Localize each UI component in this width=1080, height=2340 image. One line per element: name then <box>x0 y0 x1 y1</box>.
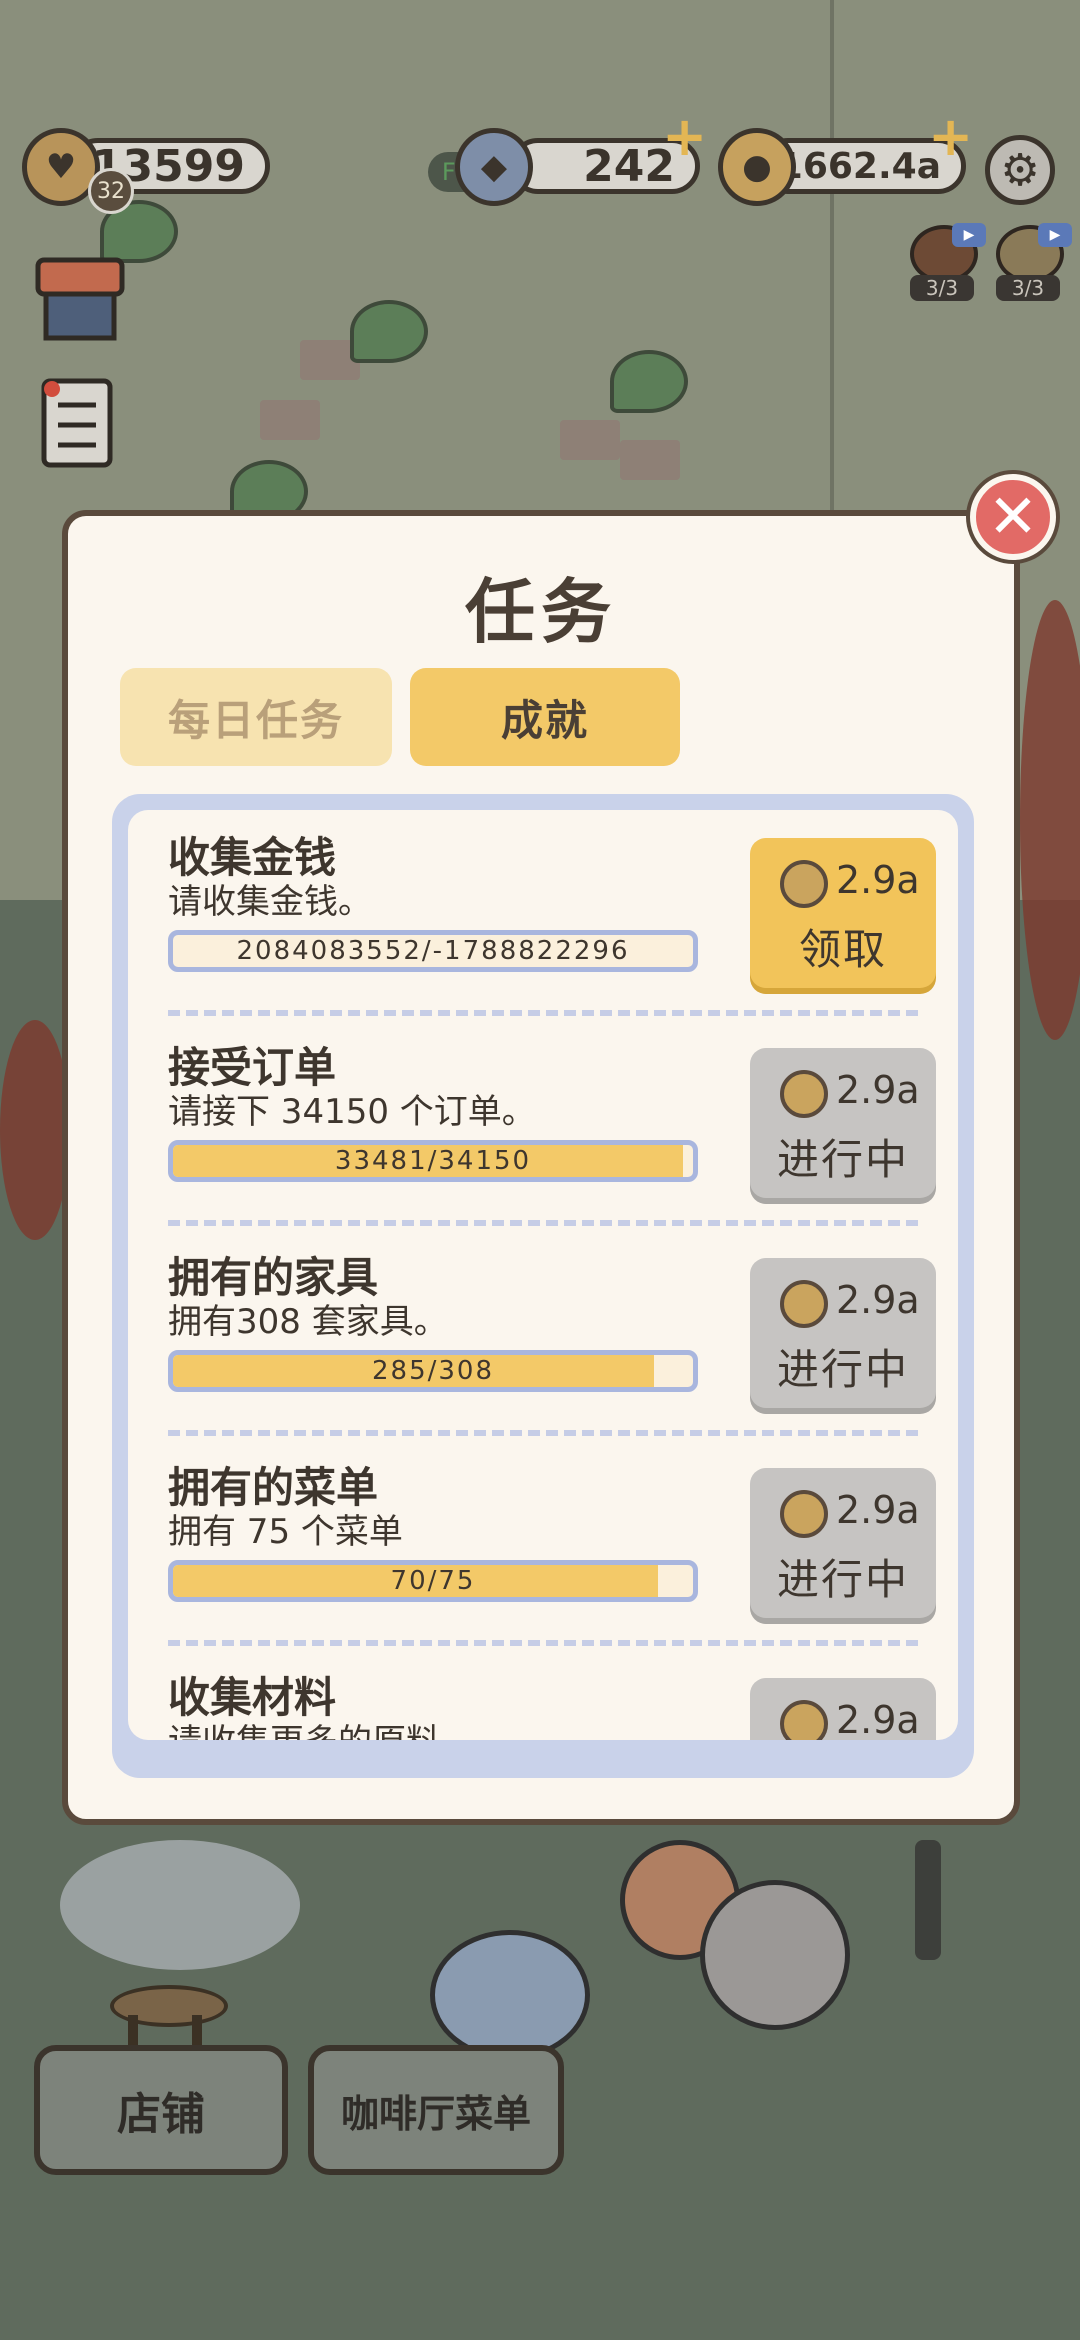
close-icon: ✕ <box>987 482 1039 552</box>
brick-decor <box>260 400 320 440</box>
add-gems-button[interactable]: + <box>662 110 707 164</box>
add-coins-button[interactable]: + <box>928 110 973 164</box>
reward-status: 领取 <box>798 925 887 974</box>
progress-text: 33481/34150 <box>334 1146 532 1176</box>
coin-icon <box>780 1490 828 1538</box>
task-desc: 请接下 34150 个订单。 <box>168 1092 536 1132</box>
progress-text: 285/308 <box>371 1356 494 1386</box>
row-divider <box>168 1430 918 1436</box>
task-progress-bar: 33481/34150 <box>168 1140 698 1182</box>
task-progress-bar: 70/75 <box>168 1560 698 1602</box>
task-row-own-furniture: 拥有的家具 拥有308 套家具。 285/308 2.9a 进行中 <box>128 1230 958 1440</box>
brick-decor <box>620 440 680 480</box>
row-divider <box>168 1220 918 1226</box>
task-row-accept-orders: 接受订单 请接下 34150 个订单。 33481/34150 2.9a 进行中 <box>128 1020 958 1230</box>
video-ad-icon: ▶ <box>952 223 986 247</box>
poinsettia-decor <box>0 1020 70 1240</box>
checklist-icon <box>41 378 113 468</box>
elephant-customer <box>430 1930 590 2060</box>
shop-button-label: 店铺 <box>117 2089 205 2140</box>
task-list-frame: 收集金钱 请收集金钱。 2084083552/-1788822296 2.9a … <box>112 794 974 1778</box>
gem-icon: ◆ <box>455 128 533 206</box>
brick-decor <box>560 420 620 460</box>
progress-text: 70/75 <box>390 1566 476 1596</box>
close-dialog-button[interactable]: ✕ <box>970 474 1056 560</box>
task-row-collect-money: 收集金钱 请收集金钱。 2084083552/-1788822296 2.9a … <box>128 810 958 1020</box>
leaf-decor <box>610 350 688 413</box>
reward-amount: 2.9a <box>836 1488 920 1532</box>
task-list[interactable]: 收集金钱 请收集金钱。 2084083552/-1788822296 2.9a … <box>128 810 958 1740</box>
coin-icon <box>780 1070 828 1118</box>
coin-icon <box>780 860 828 908</box>
task-desc: 请收集更多的原料。 <box>168 1714 474 1740</box>
reward-amount: 2.9a <box>836 1278 920 1322</box>
settings-gear-button[interactable]: ⚙ <box>985 135 1055 205</box>
shop-stall-button[interactable] <box>30 250 130 350</box>
level-badge: 32 <box>88 168 134 214</box>
task-progress-bar: 2084083552/-1788822296 <box>168 930 698 972</box>
task-desc: 拥有308 套家具。 <box>168 1302 448 1342</box>
street-lamp <box>915 1840 941 1960</box>
ad-boost-1-button[interactable]: ▶ 3/3 <box>910 223 986 301</box>
coin-icon <box>780 1700 828 1740</box>
reward-status: 进行中 <box>776 1135 909 1184</box>
stall-icon <box>35 257 125 341</box>
shop-button[interactable]: 店铺 <box>34 2045 288 2175</box>
coins-value: 1662.4a <box>777 145 941 187</box>
task-row-own-menus: 拥有的菜单 拥有 75 个菜单 70/75 2.9a 进行中 <box>128 1440 958 1650</box>
reward-in-progress-button[interactable]: 2.9a 进行中 <box>750 1048 936 1198</box>
gear-icon: ⚙ <box>1000 144 1040 196</box>
task-desc: 拥有 75 个菜单 <box>168 1512 403 1552</box>
wall-seam <box>830 0 834 520</box>
task-progress-bar: 285/308 <box>168 1350 698 1392</box>
ad-boost-1-count: 3/3 <box>910 275 974 301</box>
claim-reward-button[interactable]: 2.9a 领取 <box>750 838 936 988</box>
reward-in-progress-button[interactable]: 2.9a 进行中 <box>750 1258 936 1408</box>
task-desc: 请收集金钱。 <box>168 882 372 922</box>
task-row-collect-materials: 收集材料 请收集更多的原料。 2.9a <box>128 1650 958 1740</box>
row-divider <box>168 1640 918 1646</box>
snow-pile <box>60 1840 300 1970</box>
reward-amount: 2.9a <box>836 858 920 902</box>
ad-boost-2-count: 3/3 <box>996 275 1060 301</box>
coin-icon <box>780 1280 828 1328</box>
reward-amount: 2.9a <box>836 1698 920 1740</box>
reward-status: 进行中 <box>776 1555 909 1604</box>
ad-boost-2-button[interactable]: ▶ 3/3 <box>996 223 1072 301</box>
row-divider <box>168 1010 918 1016</box>
reward-in-progress-button[interactable]: 2.9a 进行中 <box>750 1468 936 1618</box>
task-list-button[interactable] <box>30 375 130 475</box>
santa-grandma <box>700 1880 850 2030</box>
cafe-menu-button[interactable]: 咖啡厅菜单 <box>308 2045 564 2175</box>
reward-in-progress-button[interactable]: 2.9a <box>750 1678 936 1740</box>
tab-achievements[interactable]: 成就 <box>410 668 680 766</box>
reward-status: 进行中 <box>776 1345 909 1394</box>
cafe-menu-button-label: 咖啡厅菜单 <box>340 2091 531 2136</box>
coin-icon: ● <box>718 128 796 206</box>
progress-text: 2084083552/-1788822296 <box>236 936 630 966</box>
video-ad-icon: ▶ <box>1038 223 1072 247</box>
dialog-title: 任务 <box>465 571 617 653</box>
tasks-dialog: 任务 每日任务 成就 收集金钱 请收集金钱。 2084083552/-17888… <box>62 510 1020 1825</box>
leaf-decor <box>350 300 428 363</box>
tab-daily-tasks[interactable]: 每日任务 <box>120 668 392 766</box>
reward-amount: 2.9a <box>836 1068 920 1112</box>
